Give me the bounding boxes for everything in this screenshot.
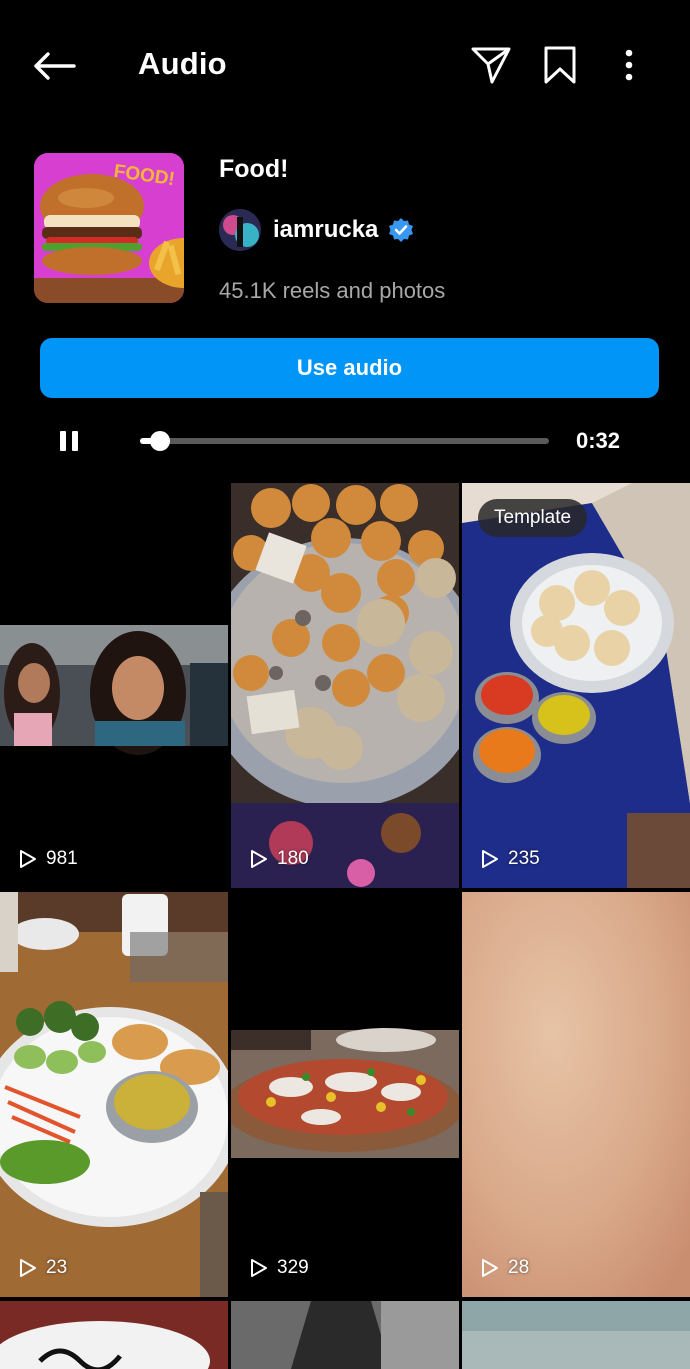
views-count: 180: [249, 848, 309, 870]
views-count: 981: [18, 848, 78, 870]
views-value: 329: [277, 1257, 309, 1278]
artist-row[interactable]: iamrucka: [219, 209, 414, 251]
partial-thumbnail: [231, 1301, 459, 1369]
avatar[interactable]: [219, 209, 261, 251]
views-count: 329: [249, 1257, 309, 1279]
grid-item[interactable]: Template 235: [462, 483, 690, 888]
bookmark-icon: [544, 46, 576, 84]
artist-avatar-image: [219, 209, 261, 251]
more-options-button[interactable]: [606, 42, 652, 88]
playback-time: 0:32: [576, 428, 621, 453]
grid-item[interactable]: 329: [231, 892, 459, 1297]
chaat-plate-thumbnail: [231, 892, 459, 1297]
partial-thumbnail: [0, 1301, 228, 1369]
audio-cover-art[interactable]: FOOD!: [34, 153, 184, 303]
play-icon: [482, 850, 498, 868]
artist-name[interactable]: iamrucka: [273, 216, 378, 244]
playback-slider[interactable]: [140, 431, 549, 451]
save-button[interactable]: [537, 42, 583, 88]
views-value: 28: [508, 1257, 530, 1278]
views-value: 23: [46, 1257, 68, 1278]
grid-item[interactable]: [0, 1301, 228, 1369]
template-badge[interactable]: Template: [478, 499, 588, 537]
play-icon: [251, 1259, 267, 1277]
audio-title: Food!: [219, 155, 289, 183]
pause-button[interactable]: [54, 424, 84, 458]
pause-icon: [60, 431, 78, 451]
grid-item[interactable]: 28: [462, 892, 690, 1297]
top-bar: Audio: [0, 0, 690, 130]
burger-cover-image: FOOD!: [34, 153, 184, 303]
grid-item[interactable]: [462, 1301, 690, 1369]
playback-handle[interactable]: [150, 431, 171, 451]
paper-plane-icon: [471, 47, 511, 84]
grid-item[interactable]: 180: [231, 483, 459, 888]
sweets-plate-thumbnail: [231, 483, 459, 888]
views-value: 180: [277, 848, 309, 869]
views-count: 235: [480, 848, 540, 870]
salad-plate-thumbnail: [0, 892, 228, 1297]
share-button[interactable]: [468, 42, 514, 88]
play-icon: [482, 1259, 498, 1277]
more-vertical-icon: [625, 49, 633, 81]
momos-plate-thumbnail: [462, 483, 690, 888]
verified-badge-icon: [389, 218, 414, 242]
selfie-video-thumbnail: [0, 483, 228, 888]
reels-grid: 981 180 Template 235 23 329 28: [0, 483, 690, 1369]
grid-item[interactable]: 23: [0, 892, 228, 1297]
grid-item[interactable]: [231, 1301, 459, 1369]
grid-item[interactable]: 981: [0, 483, 228, 888]
views-value: 981: [46, 848, 78, 869]
back-button[interactable]: [28, 44, 80, 88]
use-audio-button[interactable]: Use audio: [40, 338, 659, 398]
play-icon: [20, 850, 36, 868]
views-count: 23: [18, 1257, 67, 1279]
play-icon: [251, 850, 267, 868]
views-value: 235: [508, 848, 540, 869]
partial-thumbnail: [462, 1301, 690, 1369]
page-title: Audio: [138, 46, 227, 81]
play-icon: [20, 1259, 36, 1277]
blurred-video-thumbnail: [462, 892, 690, 1297]
reels-count: 45.1K reels and photos: [219, 278, 446, 303]
arrow-left-icon: [34, 52, 76, 80]
views-count: 28: [480, 1257, 529, 1279]
